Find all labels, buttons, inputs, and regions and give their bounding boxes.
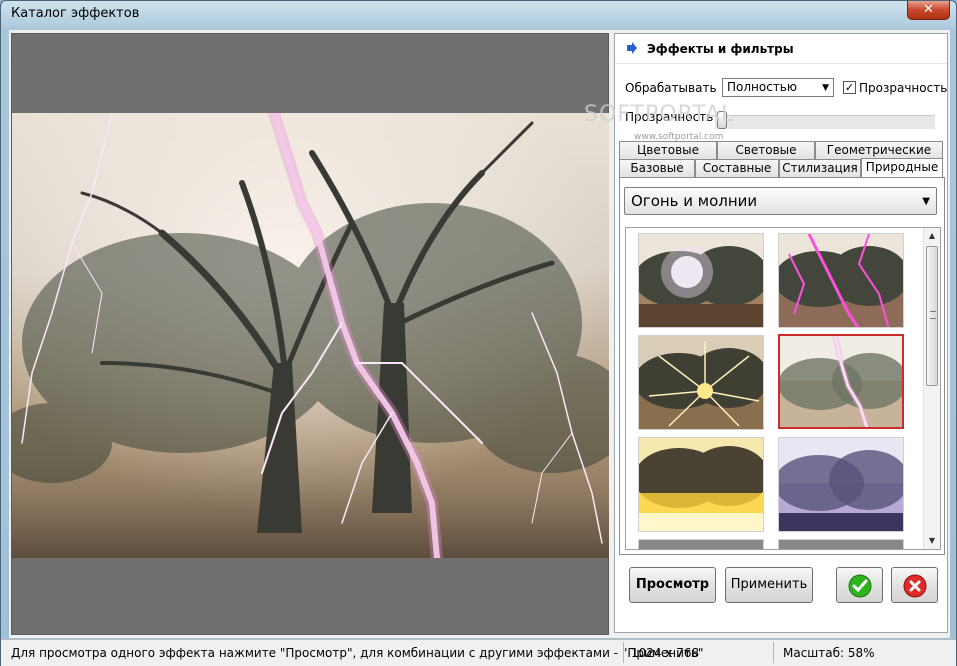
- effect-preview-image: [780, 336, 902, 427]
- tab-label: Световые: [735, 143, 797, 157]
- tab-stylization[interactable]: Стилизация: [779, 159, 861, 177]
- effect-preview-image: [779, 234, 903, 327]
- transparency-checkbox[interactable]: ✓: [843, 81, 856, 94]
- status-bar: Для просмотра одного эффекта нажмите "Пр…: [1, 639, 956, 666]
- transparency-slider-track[interactable]: [715, 115, 935, 129]
- effect-thumbnail-sun-flare[interactable]: [638, 233, 764, 328]
- effect-thumbnail-sunburst-rays[interactable]: [638, 335, 764, 430]
- process-mode-select[interactable]: Полностью ▼: [722, 78, 834, 97]
- tab-color[interactable]: Цветовые: [619, 141, 717, 159]
- effect-thumbnail-fire-glow[interactable]: [638, 437, 764, 532]
- ok-button[interactable]: [836, 567, 883, 603]
- effect-preview-image: [779, 438, 903, 531]
- preview-button[interactable]: Просмотр: [629, 567, 716, 603]
- effect-thumbnail-next[interactable]: [778, 539, 904, 549]
- cancel-button[interactable]: [891, 567, 938, 603]
- close-icon: ✕: [923, 2, 934, 17]
- effect-preview-image: [639, 438, 763, 531]
- tab-content: Огонь и молнии ▼ ▲ ▼: [619, 177, 945, 555]
- status-separator: [623, 642, 624, 663]
- effect-preview-image: [639, 234, 763, 327]
- status-resolution: 1024 x 768: [631, 646, 700, 660]
- status-hint: Для просмотра одного эффекта нажмите "Пр…: [11, 646, 704, 660]
- scroll-grip-icon: [930, 311, 936, 319]
- effect-thumbnail-white-lightning[interactable]: [778, 334, 904, 429]
- tab-basic[interactable]: Базовые: [619, 159, 695, 177]
- blue-arrow-right-icon: [627, 42, 637, 54]
- green-check-icon: [848, 574, 871, 598]
- scrollbar-thumb[interactable]: [926, 246, 938, 386]
- preview-image: [12, 113, 609, 558]
- watermark-url: www.softportal.com: [634, 132, 724, 142]
- scroll-down-arrow-icon[interactable]: ▼: [924, 533, 940, 549]
- effect-category-select[interactable]: Огонь и молнии ▼: [624, 187, 937, 215]
- effect-thumbnail-violet-haze[interactable]: [778, 437, 904, 532]
- tab-light[interactable]: Световые: [717, 141, 815, 159]
- tab-label: Геометрические: [826, 143, 932, 157]
- tab-label: Составные: [702, 161, 772, 175]
- tab-label: Стилизация: [782, 161, 858, 175]
- effect-thumbnail-next[interactable]: [638, 539, 764, 549]
- tab-composite[interactable]: Составные: [695, 159, 779, 177]
- tab-label: Базовые: [630, 161, 684, 175]
- tab-label: Цветовые: [636, 143, 700, 157]
- scroll-up-arrow-icon[interactable]: ▲: [924, 228, 940, 244]
- chevron-down-icon: ▼: [822, 82, 829, 93]
- watermark-logo: SOFTPORTAL: [584, 102, 735, 127]
- process-label: Обрабатывать: [625, 81, 717, 95]
- effect-category-value: Огонь и молнии: [631, 192, 758, 210]
- panel-title: Эффекты и фильтры: [647, 42, 794, 56]
- effect-preview-image: [639, 336, 763, 429]
- tab-label: Природные: [865, 160, 939, 174]
- process-mode-value: Полностью: [727, 80, 797, 94]
- transparency-checkbox-label: Прозрачность: [859, 81, 948, 95]
- window-title: Каталог эффектов: [11, 6, 140, 21]
- status-zoom: Масштаб: 58%: [783, 646, 875, 660]
- tab-geometric[interactable]: Геометрические: [815, 141, 943, 159]
- title-bar[interactable]: Каталог эффектов ✕: [1, 1, 956, 29]
- panel-header[interactable]: Эффекты и фильтры: [615, 34, 947, 64]
- thumbnail-scrollbar[interactable]: ▲ ▼: [923, 228, 940, 549]
- apply-button[interactable]: Применить: [725, 567, 813, 603]
- catalog-window: Каталог эффектов ✕ Эффекты и фильтры Обр…: [0, 0, 957, 666]
- close-window-button[interactable]: ✕: [907, 1, 950, 20]
- status-separator: [773, 642, 774, 663]
- image-preview-area: [11, 33, 609, 635]
- effects-thumbnail-list[interactable]: ▲ ▼: [625, 227, 941, 550]
- red-x-icon: [903, 574, 926, 598]
- effect-thumbnail-purple-lightning[interactable]: [778, 233, 904, 328]
- chevron-down-icon: ▼: [922, 196, 930, 207]
- client-area: Эффекты и фильтры Обрабатывать Полностью…: [9, 30, 950, 638]
- tree-lightning-picture: [12, 113, 609, 558]
- tab-natural[interactable]: Природные: [861, 158, 943, 178]
